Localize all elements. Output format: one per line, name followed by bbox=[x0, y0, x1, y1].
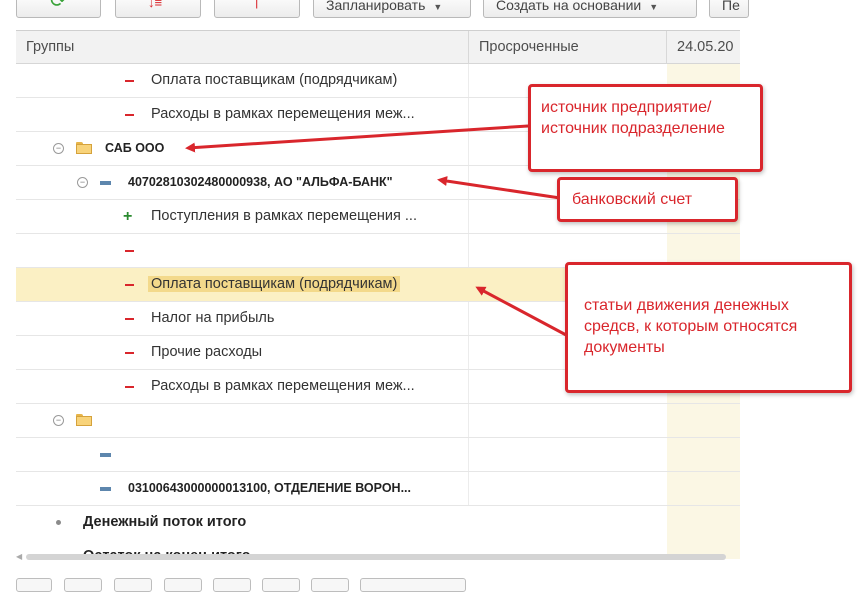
expense-minus-icon bbox=[125, 386, 134, 388]
column-header-overdue[interactable]: Просроченные bbox=[469, 31, 667, 64]
row-label: Налог на прибыль bbox=[151, 310, 275, 326]
collapse-icon[interactable]: − bbox=[53, 143, 64, 154]
row-label: САБ ООО bbox=[105, 141, 165, 155]
sort-button[interactable]: ↓≡ bbox=[115, 0, 201, 18]
row-label: Расходы в рамках перемещения меж... bbox=[151, 378, 415, 394]
expense-minus-icon bbox=[125, 80, 134, 82]
collapse-icon[interactable]: − bbox=[53, 415, 64, 426]
level-icon: | bbox=[255, 0, 259, 9]
table-row[interactable] bbox=[16, 438, 740, 472]
bank-account-icon bbox=[100, 181, 111, 185]
bottom-button[interactable] bbox=[16, 578, 52, 592]
refresh-icon: ⟳ bbox=[50, 0, 67, 12]
bottom-button[interactable] bbox=[262, 578, 300, 592]
row-label: Оплата поставщикам (подрядчикам) bbox=[151, 72, 398, 88]
scroll-left-icon[interactable]: ◀ bbox=[16, 552, 22, 561]
bottom-button[interactable] bbox=[164, 578, 202, 592]
bank-account-icon bbox=[100, 487, 111, 491]
refresh-button[interactable]: ⟳ bbox=[16, 0, 101, 18]
column-header-date[interactable]: 24.05.20 bbox=[667, 31, 740, 64]
create-based-button[interactable]: Создать на основании ▼ bbox=[483, 0, 697, 18]
level-button[interactable]: | bbox=[214, 0, 300, 18]
row-label: Оплата поставщикам (подрядчикам) bbox=[148, 276, 401, 292]
bullet-icon bbox=[56, 520, 61, 525]
collapse-icon[interactable]: − bbox=[77, 177, 88, 188]
row-label: Поступления в рамках перемещения ... bbox=[151, 208, 417, 224]
bottom-button[interactable] bbox=[114, 578, 152, 592]
note-bank-text: банковский счет bbox=[572, 191, 693, 208]
scrollbar-thumb[interactable] bbox=[26, 554, 726, 560]
chevron-down-icon: ▼ bbox=[433, 2, 443, 12]
row-label: 03100643000000013100, ОТДЕЛЕНИЕ ВОРОН... bbox=[128, 481, 411, 495]
income-plus-icon: + bbox=[123, 208, 133, 225]
note-source-text: источник предприятие/источник подразделе… bbox=[541, 99, 725, 137]
toolbar: ⟳ ↓≡ | Запланировать ▼ Создать на основан… bbox=[0, 0, 749, 20]
note-bank-account: банковский счет bbox=[557, 177, 738, 222]
more-button-label: Пе bbox=[722, 0, 740, 13]
folder-icon bbox=[76, 414, 92, 426]
horizontal-scrollbar[interactable]: ◀ bbox=[16, 552, 740, 562]
expense-minus-icon bbox=[125, 114, 134, 116]
table-row[interactable]: 03100643000000013100, ОТДЕЛЕНИЕ ВОРОН... bbox=[16, 472, 740, 506]
expense-minus-icon bbox=[125, 352, 134, 354]
folder-icon bbox=[76, 142, 92, 154]
expense-minus-icon bbox=[125, 284, 134, 286]
table-row[interactable]: Денежный поток итого bbox=[16, 506, 740, 540]
table-row[interactable]: − bbox=[16, 404, 740, 438]
bottom-button[interactable] bbox=[213, 578, 251, 592]
create-based-label: Создать на основании bbox=[496, 0, 642, 13]
row-label: 40702810302480000938, АО "АЛЬФА-БАНК" bbox=[128, 175, 393, 189]
more-button[interactable]: Пе bbox=[709, 0, 749, 18]
sort-icon: ↓≡ bbox=[148, 0, 163, 10]
row-label: Расходы в рамках перемещения меж... bbox=[151, 106, 415, 122]
note-articles-text: статьи движения денежных средсв, к котор… bbox=[584, 297, 798, 356]
row-label: Прочие расходы bbox=[151, 344, 263, 360]
bank-account-icon bbox=[100, 453, 111, 457]
expense-minus-icon bbox=[125, 318, 134, 320]
plan-button[interactable]: Запланировать ▼ bbox=[313, 0, 471, 18]
expense-minus-icon bbox=[125, 250, 134, 252]
plan-button-label: Запланировать bbox=[326, 0, 426, 13]
bottom-button[interactable] bbox=[64, 578, 102, 592]
note-articles: статьи движения денежных средсв, к котор… bbox=[565, 262, 852, 393]
bottom-button[interactable] bbox=[311, 578, 349, 592]
bottom-button[interactable] bbox=[360, 578, 466, 592]
column-header-groups[interactable]: Группы bbox=[16, 31, 469, 64]
note-source: источник предприятие/источник подразделе… bbox=[528, 84, 763, 172]
row-label: Денежный поток итого bbox=[83, 514, 247, 530]
chevron-down-icon: ▼ bbox=[649, 2, 659, 12]
